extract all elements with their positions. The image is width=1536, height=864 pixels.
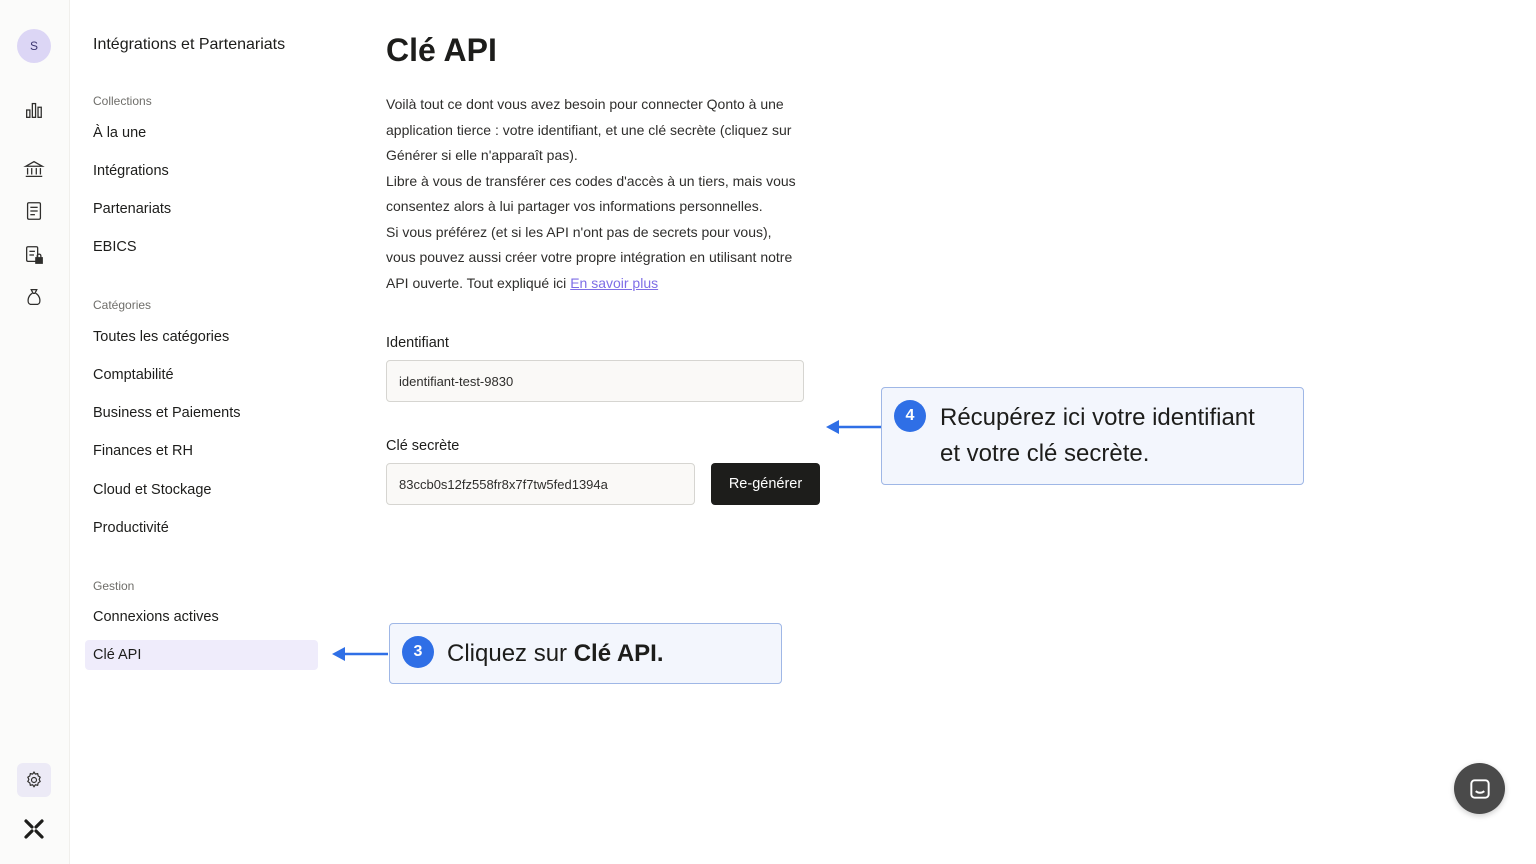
bank-icon[interactable] [22, 157, 46, 181]
bar-chart-icon[interactable] [22, 98, 46, 122]
avatar[interactable]: S [17, 29, 51, 63]
nav-item-toutes-categories[interactable]: Toutes les catégories [85, 322, 318, 352]
nav-item-connexions-actives[interactable]: Connexions actives [85, 602, 318, 632]
callout-text-bold: Clé API. [573, 640, 664, 667]
chat-icon [1469, 778, 1490, 799]
document-lock-icon[interactable] [22, 243, 46, 267]
description-line: Libre à vous de transférer ces codes d'a… [386, 172, 796, 189]
nav-item-a-la-une[interactable]: À la une [85, 118, 318, 148]
nav-item-cloud-stockage[interactable]: Cloud et Stockage [85, 475, 318, 505]
nav-item-partenariats[interactable]: Partenariats [85, 194, 318, 224]
callout-step-3: 3 Cliquez sur Clé API. [389, 623, 782, 684]
learn-more-link[interactable]: En savoir plus [570, 275, 658, 291]
api-description: Voilà tout ce dont vous avez besoin pour… [386, 92, 836, 296]
nav-item-business-paiements[interactable]: Business et Paiements [85, 398, 318, 428]
secret-label: Clé secrète [386, 438, 460, 454]
identifier-label: Identifiant [386, 335, 449, 351]
nav-item-integrations[interactable]: Intégrations [85, 156, 318, 186]
callout-text: Cliquez sur Clé API. [447, 636, 664, 672]
qonto-logo-icon[interactable] [22, 817, 46, 841]
description-line: Voilà tout ce dont vous avez besoin pour… [386, 96, 784, 112]
settings-button[interactable] [17, 763, 51, 797]
description-last-line: API ouverte. Tout expliqué ici [386, 274, 571, 291]
document-icon[interactable] [22, 199, 46, 223]
callout-line: Récupérez ici votre identifiant [940, 404, 1255, 431]
icon-rail: S [0, 0, 70, 864]
callout-text-prefix: Cliquez sur [447, 640, 574, 667]
step-number-badge: 3 [402, 636, 434, 668]
page-title: Clé API [386, 32, 497, 68]
money-bag-icon[interactable] [22, 285, 46, 309]
nav-item-finances-rh[interactable]: Finances et RH [85, 436, 318, 466]
callout-step-4: 4 Récupérez ici votre identifiant et vot… [881, 387, 1304, 485]
arrow-left-icon [332, 647, 388, 661]
section-label-collections: Collections [93, 94, 152, 108]
description-line: application tierce : votre identifiant, … [386, 121, 792, 138]
description-line: consentez alors à lui partager vos infor… [386, 198, 763, 214]
identifier-field[interactable]: identifiant-test-9830 [386, 360, 804, 402]
nav-item-comptabilite[interactable]: Comptabilité [85, 360, 318, 390]
gear-icon [27, 771, 41, 788]
callout-text: Récupérez ici votre identifiant et votre… [940, 400, 1255, 472]
description-line: Si vous préférez (et si les API n'ont pa… [386, 223, 772, 240]
nav-title: Intégrations et Partenariats [93, 36, 286, 53]
description-line: Générer si elle n'apparaît pas). [386, 147, 578, 163]
secret-key-field[interactable]: 83ccb0s12fz558fr8x7f7tw5fed1394a [386, 463, 695, 505]
section-label-categories: Catégories [93, 298, 152, 312]
section-label-gestion: Gestion [93, 579, 135, 593]
secondary-nav: Intégrations et Partenariats Collections… [70, 0, 340, 864]
nav-item-productivite[interactable]: Productivité [85, 513, 318, 543]
arrow-left-icon [826, 420, 882, 434]
step-number-badge: 4 [894, 400, 926, 432]
regenerate-button[interactable]: Re-générer [711, 463, 820, 505]
description-line: vous pouvez aussi créer votre propre int… [386, 249, 793, 265]
chat-button[interactable] [1454, 763, 1505, 814]
nav-item-ebics[interactable]: EBICS [85, 232, 318, 262]
callout-line: et votre clé secrète. [940, 440, 1150, 467]
description-line: API ouverte. Tout expliqué ici En savoir… [386, 271, 836, 297]
nav-item-cle-api[interactable]: Clé API [85, 640, 318, 670]
